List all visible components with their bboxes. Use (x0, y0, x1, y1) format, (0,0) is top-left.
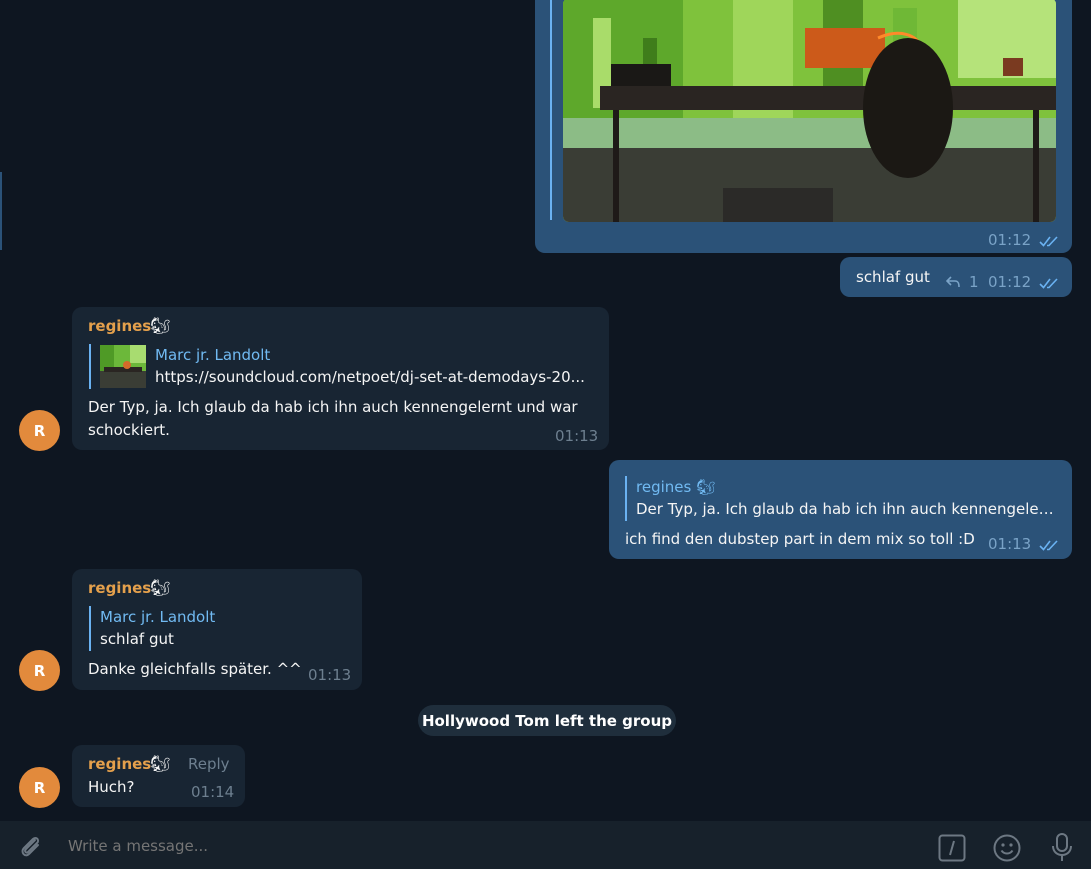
quote-author: regines 🐿 (636, 478, 716, 496)
incoming-message[interactable]: regines 🐿 Marc jr. Landolt schlaf gut Da… (72, 569, 362, 690)
squirrel-icon: 🐿 (696, 478, 716, 496)
avatar[interactable]: R (19, 410, 60, 451)
message-text-line: schockiert. (88, 421, 170, 439)
message-input[interactable] (60, 829, 920, 863)
reply-quote[interactable]: Marc jr. Landolt https://soundcloud.com/… (89, 344, 605, 389)
microphone-icon[interactable] (1050, 832, 1074, 864)
slash-command-icon[interactable] (938, 834, 966, 862)
read-checks-icon (1039, 540, 1058, 551)
link-thumbnail (100, 345, 146, 388)
message-time: 01:13 (555, 427, 599, 445)
chat-history: 01:12 schlaf gut 1 01:12 regines 🐿 Marc … (0, 0, 1091, 821)
squirrel-icon: 🐿 (150, 316, 171, 335)
squirrel-icon: 🐿 (150, 578, 171, 597)
scroll-indicator[interactable] (0, 172, 2, 250)
smiley-icon[interactable] (992, 833, 1022, 863)
reply-quote[interactable]: Marc jr. Landolt schlaf gut (89, 606, 350, 651)
reply-quote[interactable]: regines 🐿 Der Typ, ja. Ich glaub da hab … (625, 476, 1066, 521)
sender-name[interactable]: regines (88, 579, 151, 597)
service-message: Hollywood Tom left the group (418, 705, 676, 736)
message-text: Danke gleichfalls später. ^^ (88, 660, 302, 678)
sender-name[interactable]: regines (88, 317, 151, 335)
outgoing-message[interactable]: schlaf gut 1 01:12 (840, 257, 1072, 297)
read-checks-icon (1039, 236, 1058, 247)
incoming-message[interactable]: regines 🐿 Reply Huch? 01:14 (72, 745, 245, 807)
message-time: 01:12 (988, 231, 1032, 249)
dj-set-photo[interactable] (563, 0, 1056, 222)
quote-author: Marc jr. Landolt (155, 346, 271, 364)
quote-text: https://soundcloud.com/netpoet/dj-set-at… (155, 368, 585, 386)
message-text: schlaf gut (856, 268, 930, 286)
message-time: 01:12 (988, 273, 1032, 291)
message-text: Huch? (88, 778, 135, 796)
reply-button[interactable]: Reply (188, 755, 230, 773)
quote-bar (550, 0, 552, 220)
message-time: 01:13 (988, 535, 1032, 553)
reply-count[interactable]: 1 (969, 273, 979, 291)
quote-author: Marc jr. Landolt (100, 608, 216, 626)
message-time: 01:14 (191, 783, 235, 801)
avatar[interactable]: R (19, 650, 60, 691)
message-composer (0, 821, 1091, 869)
reply-arrow-icon (946, 276, 960, 288)
message-text: ich find den dubstep part in dem mix so … (625, 530, 975, 548)
outgoing-reply-message[interactable]: regines 🐿 Der Typ, ja. Ich glaub da hab … (609, 460, 1072, 559)
read-checks-icon (1039, 278, 1058, 289)
message-time: 01:13 (308, 666, 352, 684)
paperclip-icon[interactable] (17, 833, 45, 861)
quote-text: schlaf gut (100, 630, 174, 648)
incoming-message[interactable]: regines 🐿 Marc jr. Landolt https://sound… (72, 307, 609, 450)
quote-text: Der Typ, ja. Ich glaub da hab ich ihn au… (636, 500, 1057, 518)
avatar[interactable]: R (19, 767, 60, 808)
message-text-line: Der Typ, ja. Ich glaub da hab ich ihn au… (88, 398, 578, 416)
sender-name[interactable]: regines (88, 755, 151, 773)
squirrel-icon: 🐿 (150, 754, 171, 773)
photo-message[interactable]: 01:12 (535, 0, 1072, 253)
